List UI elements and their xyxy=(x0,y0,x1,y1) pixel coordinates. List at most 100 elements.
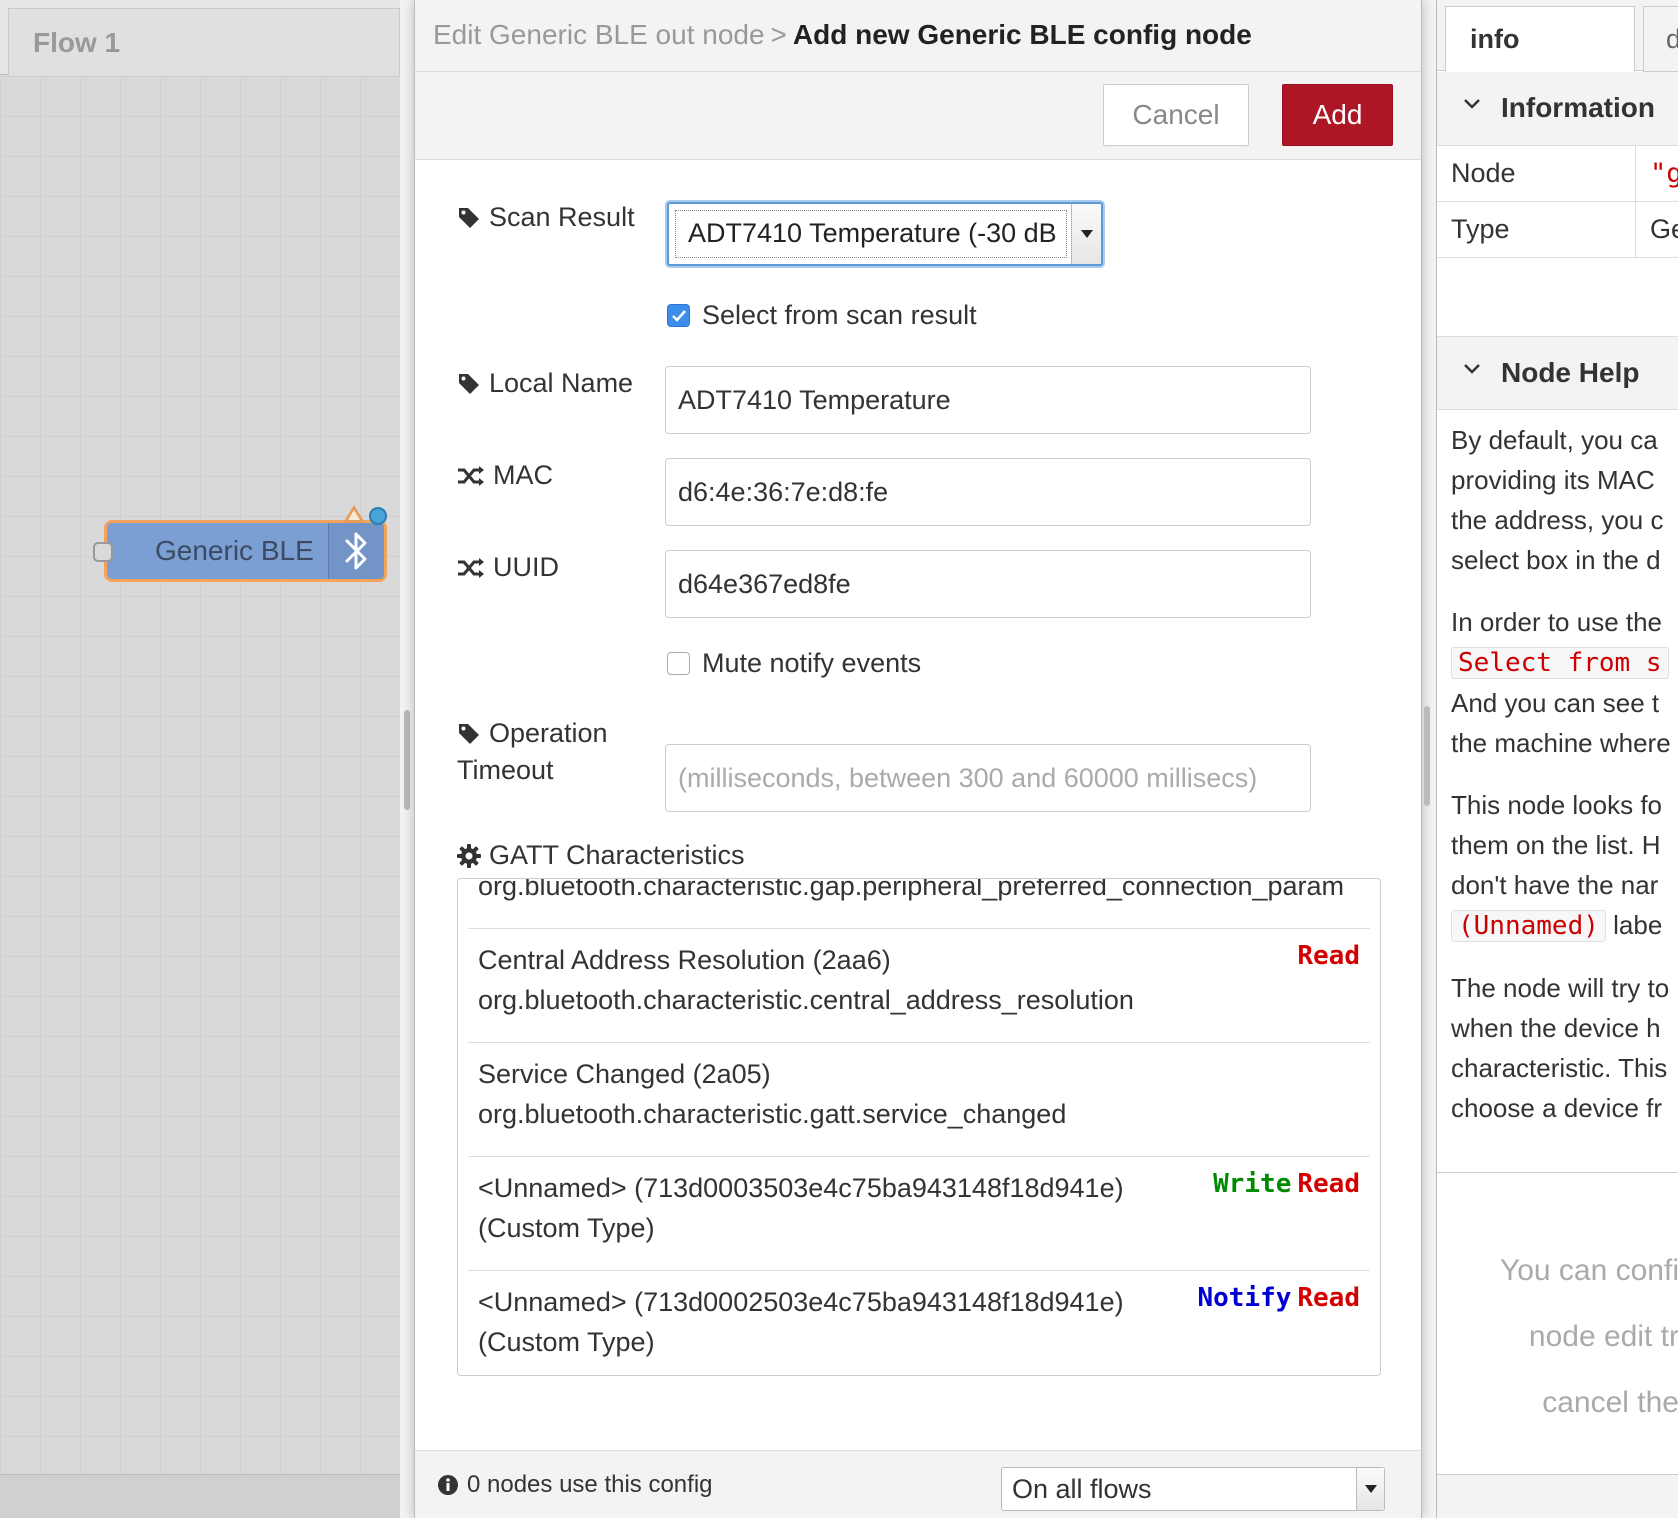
warning-triangle-icon xyxy=(343,505,365,523)
list-item[interactable]: Service Changed (2a05) org.bluetooth.cha… xyxy=(468,1043,1370,1157)
uuid-input[interactable]: d64e367ed8fe xyxy=(665,550,1311,618)
node-help-text: By default, you ca providing its MAC the… xyxy=(1451,420,1678,1150)
mute-notify-label: Mute notify events xyxy=(702,648,922,678)
breadcrumb: Edit Generic BLE out node > Add new Generi… xyxy=(433,19,1252,51)
workspace: Flow 1 Generic BLE xyxy=(0,0,400,1518)
sidebar: info d Information Node "g Type Ge Node … xyxy=(1436,0,1678,1518)
select-from-scan-label: Select from scan result xyxy=(702,300,977,330)
sidebar-splitter-handle[interactable] xyxy=(1424,706,1430,806)
gatt-item-id: org.bluetooth.characteristic.central_add… xyxy=(478,985,1134,1015)
information-section-title: Information xyxy=(1501,92,1655,123)
list-item[interactable]: org.bluetooth.characteristic.gap.periphe… xyxy=(468,878,1370,929)
gatt-item-name: <Unnamed> (713d0003503e4c75ba943148f18d9… xyxy=(478,1173,1124,1203)
information-section-header[interactable]: Information xyxy=(1437,72,1678,146)
node-help-section-title: Node Help xyxy=(1501,357,1640,388)
dropdown-arrow-icon xyxy=(1071,204,1101,264)
local-name-input[interactable]: ADT7410 Temperature xyxy=(665,366,1311,434)
help-line: The node will try to xyxy=(1451,973,1670,1003)
shuffle-icon xyxy=(458,465,484,486)
scan-result-value: ADT7410 Temperature (-30 dB xyxy=(675,210,1067,258)
help-line: labe xyxy=(1613,910,1663,940)
scope-select[interactable]: On all flows xyxy=(1001,1467,1385,1511)
select-from-scan-checkbox[interactable] xyxy=(667,304,690,327)
info-value: Ge xyxy=(1635,202,1678,257)
help-code: Select from s xyxy=(1451,647,1669,679)
gatt-item-tags: Write Read xyxy=(1213,1169,1360,1199)
gatt-item-id: org.bluetooth.characteristic.gap.periphe… xyxy=(478,878,1345,901)
mute-notify-checkbox[interactable] xyxy=(667,652,690,675)
mac-label: MAC xyxy=(493,460,553,490)
help-line: select box in the d xyxy=(1451,545,1661,575)
chevron-down-icon xyxy=(1464,364,1480,374)
tag-icon xyxy=(459,723,479,744)
tab-info[interactable]: info xyxy=(1445,6,1635,72)
help-line: when the device h xyxy=(1451,1013,1661,1043)
cancel-button[interactable]: Cancel xyxy=(1103,84,1249,146)
gatt-item-tags: Read xyxy=(1297,941,1360,971)
gatt-label: GATT Characteristics xyxy=(489,840,745,870)
breadcrumb-parent[interactable]: Edit Generic BLE out node xyxy=(433,19,765,50)
dropdown-arrow-icon xyxy=(1356,1468,1384,1510)
scan-result-label: Scan Result xyxy=(489,202,635,232)
help-line: providing its MAC xyxy=(1451,465,1655,495)
gatt-characteristics-list[interactable]: org.bluetooth.characteristic.gap.periphe… xyxy=(457,878,1381,1376)
tab-debug-label: d xyxy=(1666,24,1678,55)
tab-debug[interactable]: d xyxy=(1643,6,1678,72)
mac-label-row: MAC xyxy=(457,460,553,491)
read-tag: Read xyxy=(1297,941,1360,971)
gatt-item-id: (Custom Type) xyxy=(478,1327,655,1357)
flow-tab-label: Flow 1 xyxy=(33,27,121,58)
list-item[interactable]: Central Address Resolution (2aa6) org.bl… xyxy=(468,929,1370,1043)
gatt-label-row: GATT Characteristics xyxy=(457,840,745,871)
uuid-label: UUID xyxy=(493,552,559,582)
list-item[interactable]: <Unnamed> (713d0003503e4c75ba943148f18d9… xyxy=(468,1157,1370,1271)
workspace-canvas[interactable]: Generic BLE xyxy=(0,76,400,1474)
read-tag: Read xyxy=(1297,1169,1360,1199)
flow-tab[interactable]: Flow 1 xyxy=(8,8,400,75)
tip-line: You can confi xyxy=(1499,1254,1678,1287)
info-key: Node xyxy=(1451,158,1516,188)
sidebar-tip: You can confi node edit tr cancel the xyxy=(1437,1238,1678,1436)
help-line: the address, you c xyxy=(1451,505,1664,535)
tray-toolbar: Cancel Add xyxy=(415,72,1421,160)
local-name-label: Local Name xyxy=(489,368,634,398)
notify-tag: Notify xyxy=(1197,1283,1292,1313)
checkmark-icon xyxy=(671,309,686,322)
scan-result-select[interactable]: ADT7410 Temperature (-30 dB xyxy=(667,202,1103,266)
shuffle-icon xyxy=(458,557,484,578)
scope-value: On all flows xyxy=(1012,1474,1152,1504)
help-line: This node looks fo xyxy=(1451,790,1663,820)
info-row-type: Type Ge xyxy=(1437,202,1678,258)
help-line: the machine where xyxy=(1451,728,1671,758)
gatt-item-name: Service Changed (2a05) xyxy=(478,1059,771,1089)
help-line: them on the list. H xyxy=(1451,830,1661,860)
sidebar-tabs: info d xyxy=(1437,0,1678,72)
local-name-label-row: Local Name xyxy=(457,368,633,399)
scan-result-label-row: Scan Result xyxy=(457,202,635,233)
node-help-section-header[interactable]: Node Help xyxy=(1437,336,1678,410)
add-button[interactable]: Add xyxy=(1282,84,1393,146)
tab-info-label: info xyxy=(1470,24,1520,54)
tip-line: cancel the xyxy=(1542,1386,1678,1419)
config-usage: 0 nodes use this config xyxy=(437,1471,713,1499)
generic-ble-node[interactable]: Generic BLE xyxy=(93,505,387,582)
tray-footer: 0 nodes use this config On all flows xyxy=(415,1450,1421,1518)
timeout-placeholder: (milliseconds, between 300 and 60000 mil… xyxy=(678,762,1258,793)
select-from-scan-row: Select from scan result xyxy=(667,300,977,331)
tag-icon xyxy=(459,373,479,394)
help-line: And you can see t xyxy=(1451,688,1660,718)
timeout-label-line1: Operation xyxy=(489,718,608,748)
workspace-splitter-handle[interactable] xyxy=(404,710,410,810)
list-item[interactable]: <Unnamed> (713d0002503e4c75ba943148f18d9… xyxy=(468,1271,1370,1375)
workspace-footer xyxy=(0,1474,400,1518)
read-tag: Read xyxy=(1297,1283,1360,1313)
help-line: By default, you ca xyxy=(1451,425,1658,455)
sidebar-footer xyxy=(1437,1474,1678,1518)
chevron-down-icon xyxy=(1464,99,1480,109)
mac-input[interactable]: d6:4e:36:7e:d8:fe xyxy=(665,458,1311,526)
timeout-input[interactable]: (milliseconds, between 300 and 60000 mil… xyxy=(665,744,1311,812)
help-code: (Unnamed) xyxy=(1451,910,1606,942)
node-input-port[interactable] xyxy=(93,542,113,562)
help-line: characteristic. This xyxy=(1451,1053,1668,1083)
info-value: "g xyxy=(1635,146,1678,201)
